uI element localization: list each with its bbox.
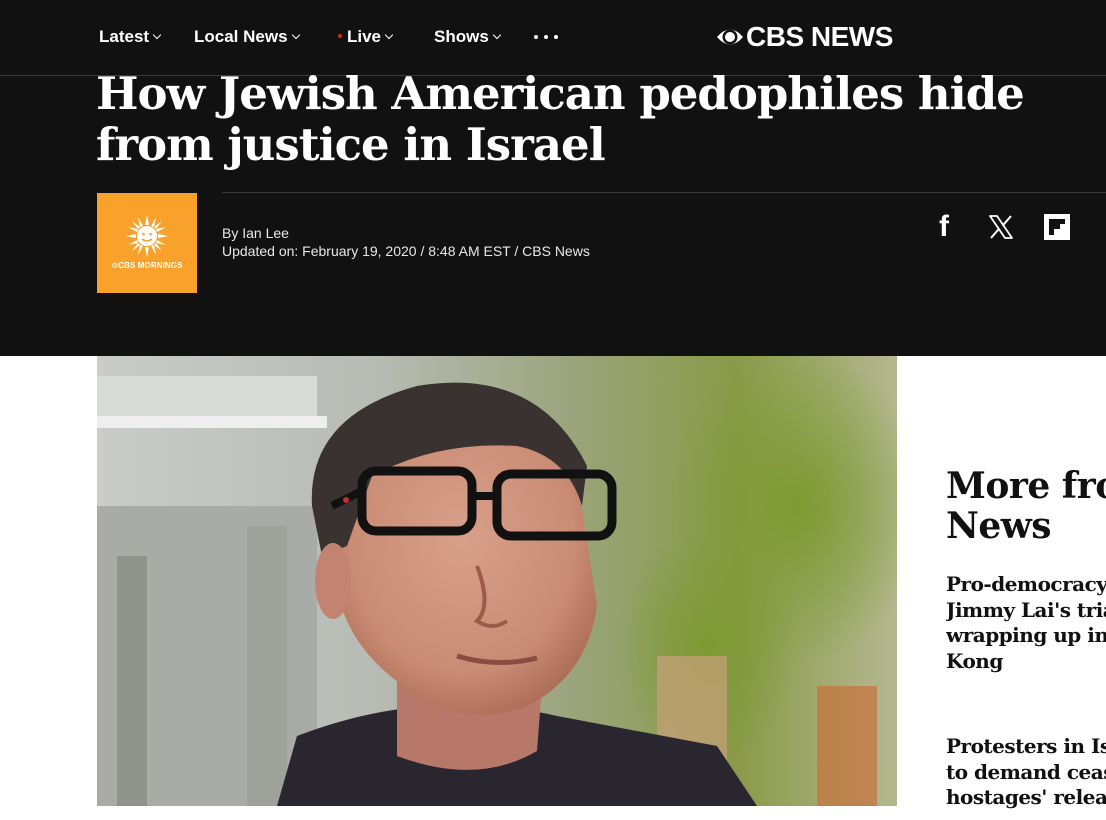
story-line: wrapping up in H bbox=[946, 623, 1106, 647]
nav-local-news-label: Local News bbox=[194, 27, 288, 46]
brand-name: CBS NEWS bbox=[746, 21, 893, 52]
article-lead-image[interactable] bbox=[97, 356, 897, 806]
top-navigation: Latest Local News Live Shows CBS NEWS bbox=[0, 0, 1106, 76]
sidebar-title: More fro News bbox=[946, 466, 1106, 546]
cbs-mornings-logo[interactable]: ⊙CBS MORNINGS bbox=[97, 193, 197, 293]
updated-date: Updated on: February 19, 2020 / 8:48 AM … bbox=[222, 243, 590, 259]
cbs-news-logo[interactable]: CBS NEWS bbox=[716, 20, 893, 54]
chevron-down-icon bbox=[291, 30, 300, 40]
nav-latest[interactable]: Latest bbox=[99, 26, 162, 48]
author: By Ian Lee bbox=[222, 225, 289, 241]
story-line: hostages' release bbox=[946, 785, 1106, 809]
nav-live-label: Live bbox=[347, 27, 382, 46]
story-line: Pro-democracy a bbox=[946, 572, 1106, 596]
article-header: Latest Local News Live Shows CBS NEWS Ho… bbox=[0, 0, 1106, 356]
nav-shows-label: Shows bbox=[434, 27, 489, 46]
facebook-icon[interactable]: f bbox=[927, 210, 961, 244]
story-line: Jimmy Lai's trial bbox=[946, 597, 1106, 622]
chevron-down-icon bbox=[152, 30, 162, 40]
live-dot-icon bbox=[338, 34, 342, 38]
chevron-down-icon bbox=[384, 30, 394, 40]
cbs-eye-icon bbox=[716, 23, 744, 51]
chevron-down-icon bbox=[492, 30, 502, 40]
sidebar-story-link[interactable]: Protesters in Isra to demand cease hosta… bbox=[946, 734, 1106, 814]
sidebar-story-link[interactable]: Pro-democracy a Jimmy Lai's trial wrappi… bbox=[946, 572, 1106, 676]
x-icon[interactable] bbox=[984, 210, 1018, 244]
article-headline: How Jewish American pedophiles hide from… bbox=[96, 68, 1086, 170]
sidebar-title-line-2: News bbox=[946, 505, 1052, 546]
story-line: Kong bbox=[946, 648, 1003, 673]
nav-live[interactable]: Live bbox=[338, 26, 394, 48]
nav-local-news[interactable]: Local News bbox=[194, 26, 300, 48]
nav-latest-label: Latest bbox=[99, 27, 150, 46]
sun-icon bbox=[126, 215, 168, 257]
sidebar-title-line-1: More fro bbox=[946, 466, 1106, 507]
flipboard-icon[interactable] bbox=[1040, 210, 1074, 244]
headline-line-2: from justice in Israel bbox=[96, 118, 606, 171]
divider bbox=[222, 192, 1106, 193]
headline-line-1: How Jewish American pedophiles hide bbox=[96, 67, 1025, 120]
article-byline: By Ian Lee Updated on: February 19, 2020… bbox=[222, 224, 590, 260]
show-logo-text: ⊙CBS MORNINGS bbox=[111, 261, 183, 270]
nav-shows[interactable]: Shows bbox=[434, 26, 502, 48]
more-horizontal-icon[interactable] bbox=[534, 26, 558, 48]
story-line: to demand cease bbox=[946, 759, 1106, 784]
story-line: Protesters in Isra bbox=[946, 734, 1106, 758]
